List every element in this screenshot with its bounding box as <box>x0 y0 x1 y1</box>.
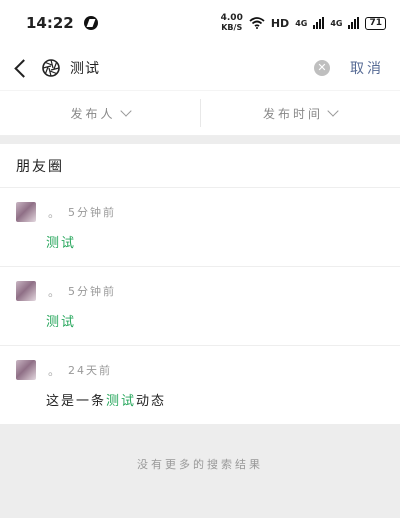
moment-post[interactable]: 。 5分钟前 测试 <box>0 267 400 346</box>
status-bar: 14:22 4.00 KB/S HD 4G 4G 71 <box>0 0 400 46</box>
filter-publish-time-label: 发布时间 <box>262 106 323 121</box>
filter-bar: 发布人 发布时间 <box>0 90 400 136</box>
post-text: 这是一条 <box>46 394 107 409</box>
back-arrow-icon[interactable] <box>12 56 32 80</box>
post-highlight: 测试 <box>46 315 77 330</box>
post-highlight: 测试 <box>46 236 77 251</box>
net-type-2: 4G <box>330 18 343 28</box>
battery-icon: 71 <box>365 16 386 30</box>
avatar[interactable] <box>16 202 36 222</box>
network-speed-unit: KB/S <box>221 23 243 32</box>
moments-aperture-icon <box>42 59 60 77</box>
wifi-icon <box>249 17 265 29</box>
chevron-down-icon <box>327 105 339 117</box>
search-input[interactable]: 测试 <box>70 58 314 78</box>
avatar[interactable] <box>16 281 36 301</box>
section-divider <box>0 136 400 144</box>
clear-search-icon[interactable]: ✕ <box>314 60 330 76</box>
search-bar: 测试 ✕ 取消 <box>0 46 400 90</box>
network-speed-value: 4.00 <box>220 13 243 23</box>
no-more-results: 没有更多的搜索结果 <box>0 424 400 518</box>
name-placeholder-dot: 。 <box>48 284 61 299</box>
hd-label: HD <box>270 16 290 30</box>
no-more-results-text: 没有更多的搜索结果 <box>137 458 263 471</box>
avatar[interactable] <box>16 360 36 380</box>
filter-publish-time[interactable]: 发布时间 <box>200 91 400 135</box>
moment-post[interactable]: 。 5分钟前 测试 <box>0 188 400 267</box>
notification-app-icon <box>83 16 98 30</box>
post-time: 24天前 <box>68 364 113 377</box>
signal-icon-2 <box>348 17 360 29</box>
battery-level: 71 <box>369 17 382 28</box>
net-type-1: 4G <box>295 18 308 28</box>
section-title: 朋友圈 <box>0 144 400 188</box>
name-placeholder-dot: 。 <box>48 363 61 378</box>
post-highlight: 测试 <box>106 394 137 409</box>
post-content: 测试 <box>46 311 384 330</box>
post-text: 动态 <box>136 394 167 409</box>
post-content: 测试 <box>46 232 384 251</box>
post-time: 5分钟前 <box>68 285 117 298</box>
name-placeholder-dot: 。 <box>48 205 61 220</box>
status-indicators: 4.00 KB/S HD 4G 4G 71 <box>221 14 386 32</box>
signal-icon-1 <box>313 17 325 29</box>
post-time: 5分钟前 <box>68 206 117 219</box>
post-content: 这是一条测试动态 <box>46 390 384 409</box>
chevron-down-icon <box>119 105 132 117</box>
filter-publisher[interactable]: 发布人 <box>0 91 200 135</box>
network-speed: 4.00 KB/S <box>220 13 243 33</box>
filter-publisher-label: 发布人 <box>70 106 116 121</box>
moment-post[interactable]: 。 24天前 这是一条测试动态 <box>0 346 400 425</box>
status-time: 14:22 <box>26 14 74 32</box>
cancel-button[interactable]: 取消 <box>350 58 384 78</box>
